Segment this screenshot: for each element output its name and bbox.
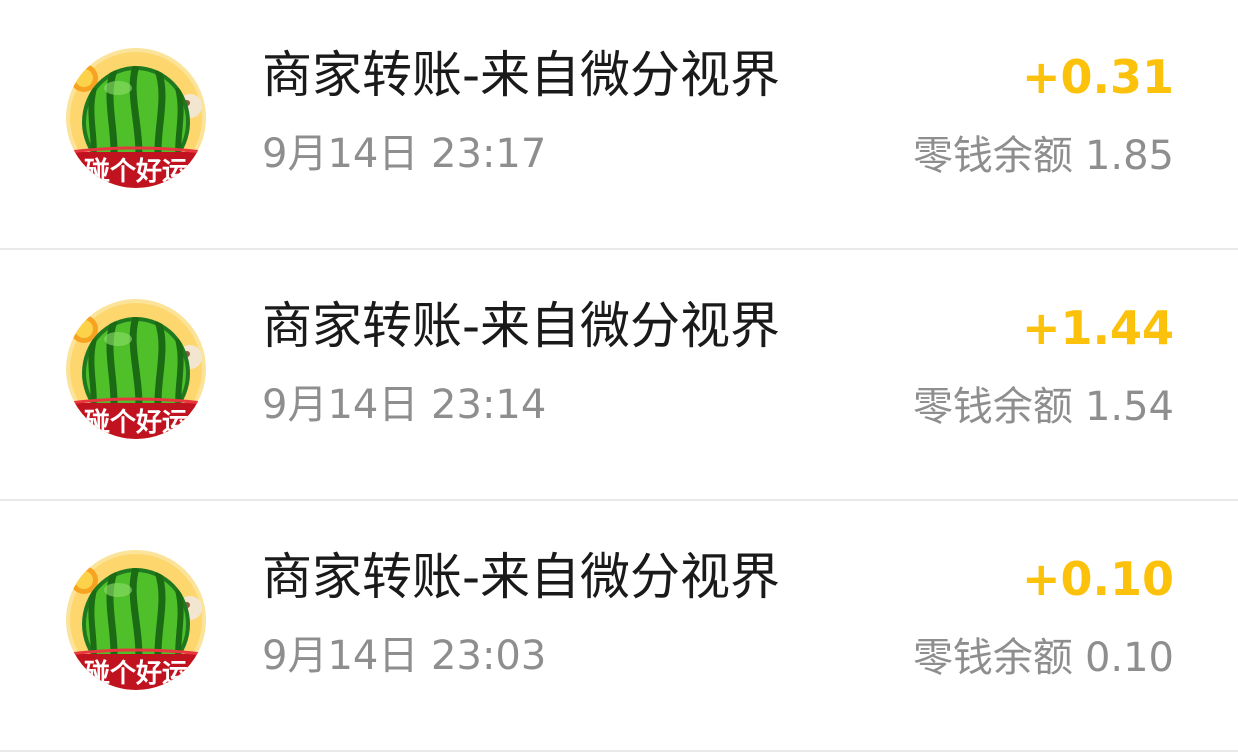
transaction-amount: +0.31: [1021, 50, 1174, 104]
watermelon-avatar-icon: 碰个好运: [66, 550, 206, 690]
transaction-amount: +0.10: [1021, 552, 1174, 606]
transaction-time: 9月14日 23:17: [262, 131, 547, 177]
transaction-row[interactable]: 碰个好运 商家转账-来自微分视界 9月14日 23:14 +1.44 零钱余额 1…: [0, 251, 1238, 501]
balance-value: 1.85: [1084, 133, 1174, 179]
row-divider: [0, 499, 1238, 501]
balance-label: 零钱余额: [912, 384, 1073, 430]
balance-info: 零钱余额 0.10: [913, 630, 1174, 686]
transaction-row[interactable]: 碰个好运 商家转账-来自微分视界 9月14日 23:17 +0.31 零钱余额 1…: [0, 0, 1238, 250]
balance-info: 零钱余额 1.54: [913, 379, 1174, 435]
transaction-list: 碰个好运 商家转账-来自微分视界 9月14日 23:17 +0.31 零钱余额 1…: [0, 0, 1238, 752]
row-divider: [0, 248, 1238, 250]
transaction-title: 商家转账-来自微分视界: [262, 297, 781, 355]
transaction-title: 商家转账-来自微分视界: [262, 548, 781, 606]
transaction-time: 9月14日 23:14: [262, 382, 547, 428]
watermelon-avatar-icon: 碰个好运: [66, 299, 206, 439]
balance-value: 0.10: [1084, 635, 1174, 681]
watermelon-avatar-icon: 碰个好运: [66, 48, 206, 188]
transaction-title: 商家转账-来自微分视界: [262, 46, 781, 104]
balance-value: 1.54: [1084, 384, 1174, 430]
balance-info: 零钱余额 1.85: [913, 128, 1174, 184]
svg-text:碰个好运: 碰个好运: [84, 157, 188, 187]
svg-text:碰个好运: 碰个好运: [84, 659, 188, 689]
svg-text:碰个好运: 碰个好运: [84, 408, 188, 438]
balance-label: 零钱余额: [912, 635, 1073, 681]
transaction-amount: +1.44: [1021, 301, 1174, 355]
transaction-row[interactable]: 碰个好运 商家转账-来自微分视界 9月14日 23:03 +0.10 零钱余额 0…: [0, 502, 1238, 752]
balance-label: 零钱余额: [912, 133, 1073, 179]
transaction-time: 9月14日 23:03: [262, 633, 547, 679]
